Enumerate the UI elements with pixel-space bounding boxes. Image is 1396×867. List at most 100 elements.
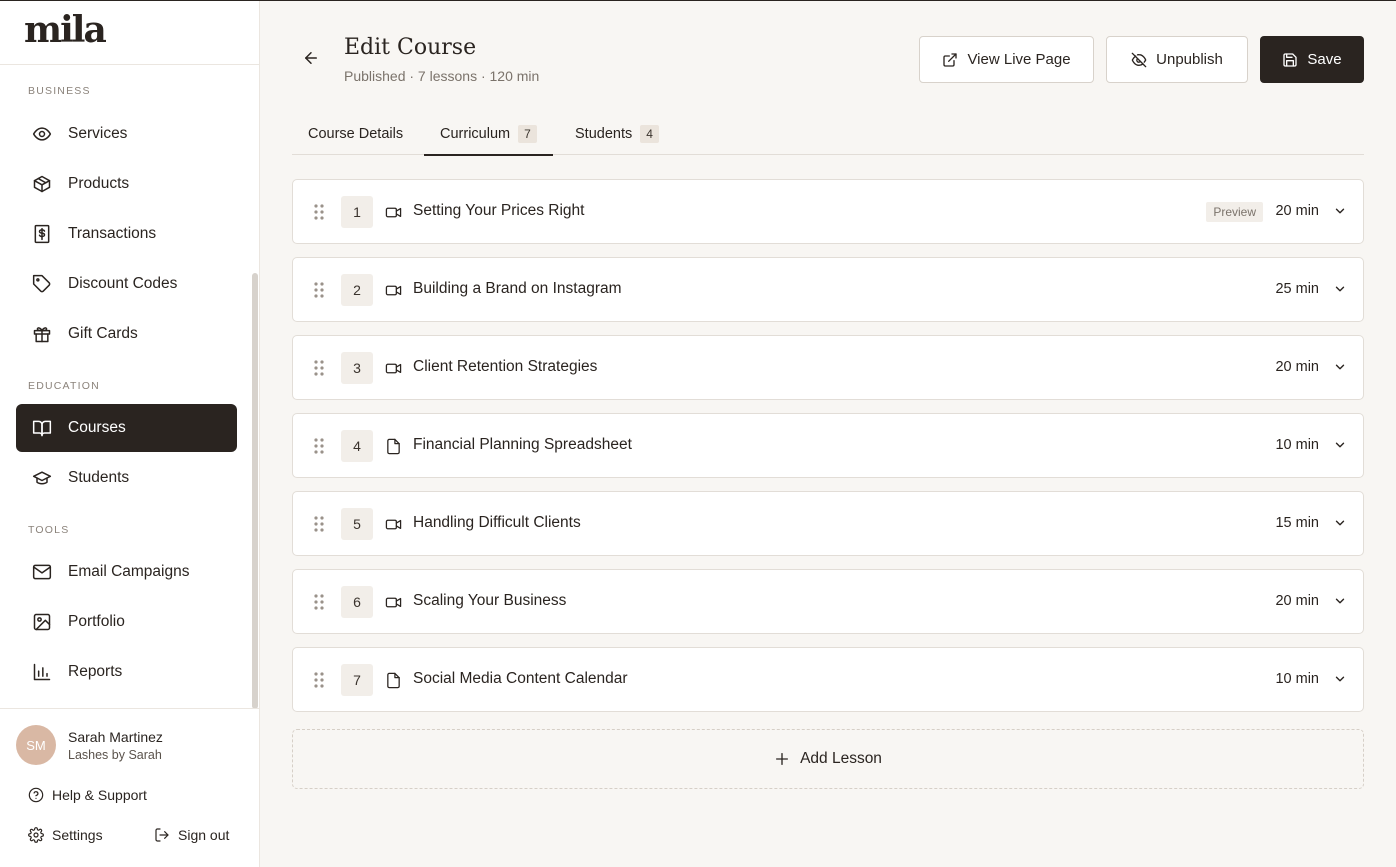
sign-out-icon [155,828,169,842]
lesson-duration: 20 min [1275,359,1319,375]
image-icon [32,612,52,632]
mail-icon [32,562,52,582]
tab-count-badge: 7 [518,124,537,143]
save-icon [1283,52,1298,67]
video-icon [385,360,402,382]
lesson-duration: 20 min [1275,203,1319,219]
lesson-title: Handling Difficult Clients [413,514,581,531]
eye-icon [32,124,52,144]
chevron-down-icon[interactable] [1333,516,1347,535]
view-live-page-button[interactable]: View Live Page [919,36,1094,83]
view-live-page-label: View Live Page [967,51,1071,68]
tab-course-details[interactable]: Course Details [292,113,419,155]
sidebar-item-courses[interactable]: Courses [16,404,237,452]
course-status-summary: Published · 7 lessons · 120 min [344,68,540,84]
main-content: Edit Course Published · 7 lessons · 120 … [260,1,1396,867]
document-icon [385,672,402,694]
gift-icon [32,324,52,344]
chevron-down-icon[interactable] [1333,594,1347,613]
sidebar-item-students[interactable]: Students [16,454,237,502]
add-lesson-label: Add Lesson [800,750,882,767]
tab-label: Course Details [308,126,404,142]
settings-link[interactable]: Settings [28,827,103,843]
avatar: SM [16,725,56,765]
lesson-title: Client Retention Strategies [413,358,598,375]
sidebar-item-label: Products [68,175,130,192]
help-circle-icon [28,787,44,803]
course-tabs: Course Details Curriculum 7 Students 4 [292,113,1364,156]
sidebar-item-reports[interactable]: Reports [16,648,237,696]
page-title: Edit Course [344,35,477,60]
lesson-title: Scaling Your Business [413,592,567,609]
lesson-row[interactable]: 4 Financial Planning Spreadsheet 10 min [292,413,1364,478]
sidebar-scrollbar[interactable] [252,273,258,709]
chevron-down-icon[interactable] [1333,282,1347,301]
user-profile[interactable]: SM Sarah Martinez Lashes by Sarah [0,709,259,765]
drag-handle-icon[interactable] [313,281,325,304]
video-icon [385,282,402,304]
chevron-down-icon[interactable] [1333,204,1347,223]
lesson-duration: 15 min [1275,515,1319,531]
video-icon [385,594,402,616]
lesson-list: 1 Setting Your Prices Right Preview 20 m… [292,179,1364,725]
tab-label: Curriculum [440,125,511,142]
sidebar-item-transactions[interactable]: Transactions [16,210,237,258]
graduation-cap-icon [32,468,52,488]
help-support-link[interactable]: Help & Support [28,787,147,803]
save-button[interactable]: Save [1260,36,1364,83]
sidebar-item-label: Transactions [68,225,157,242]
sign-out-label: Sign out [178,827,230,843]
lesson-number: 3 [341,352,373,384]
drag-handle-icon[interactable] [313,203,325,226]
lesson-row[interactable]: 2 Building a Brand on Instagram 25 min [292,257,1364,322]
unpublish-button[interactable]: Unpublish [1106,36,1248,83]
add-lesson-button[interactable]: Add Lesson [292,729,1364,789]
sidebar-item-label: Discount Codes [68,275,178,292]
tab-count-badge: 4 [640,125,659,143]
sidebar-item-label: Email Campaigns [68,563,190,580]
user-name: Sarah Martinez [68,728,163,745]
sign-out-link[interactable]: Sign out [154,827,229,843]
sidebar-item-services[interactable]: Services [16,110,237,158]
user-business: Lashes by Sarah [68,747,162,762]
drag-handle-icon[interactable] [313,515,325,538]
lesson-number: 2 [341,274,373,306]
chevron-down-icon[interactable] [1333,360,1347,379]
section-label-tools: TOOLS [28,524,70,536]
drag-handle-icon[interactable] [313,593,325,616]
drag-handle-icon[interactable] [313,359,325,382]
drag-handle-icon[interactable] [313,437,325,460]
open-book-icon [32,418,52,438]
bar-chart-icon [32,662,52,682]
video-icon [385,204,402,226]
back-button[interactable] [300,47,322,69]
sidebar-item-portfolio[interactable]: Portfolio [16,598,237,646]
save-label: Save [1307,51,1342,68]
chevron-down-icon[interactable] [1333,438,1347,457]
tab-curriculum[interactable]: Curriculum 7 [424,113,553,156]
lesson-row[interactable]: 7 Social Media Content Calendar 10 min [292,647,1364,712]
logo[interactable]: mila [0,1,259,65]
sidebar-item-label: Courses [68,419,126,436]
app-window: mila BUSINESS Services Products Transact… [0,1,1396,867]
chevron-down-icon[interactable] [1333,672,1347,691]
lesson-duration: 10 min [1275,671,1319,687]
sidebar-item-discount-codes[interactable]: Discount Codes [16,260,237,308]
sidebar-footer: SM Sarah Martinez Lashes by Sarah Help &… [0,708,259,867]
lesson-row[interactable]: 6 Scaling Your Business 20 min [292,569,1364,634]
sidebar-item-email-campaigns[interactable]: Email Campaigns [16,548,237,596]
sidebar-item-products[interactable]: Products [16,160,237,208]
receipt-dollar-icon [32,224,52,244]
arrow-left-icon [305,52,317,64]
lesson-title: Building a Brand on Instagram [413,280,622,297]
tab-students[interactable]: Students 4 [559,113,675,155]
lesson-row[interactable]: 5 Handling Difficult Clients 15 min [292,491,1364,556]
lesson-row[interactable]: 1 Setting Your Prices Right Preview 20 m… [292,179,1364,244]
sidebar-item-gift-cards[interactable]: Gift Cards [16,310,237,358]
drag-handle-icon[interactable] [313,671,325,694]
lesson-title: Financial Planning Spreadsheet [413,436,632,453]
preview-badge: Preview [1206,202,1263,222]
lesson-duration: 20 min [1275,593,1319,609]
sidebar-item-label: Services [68,125,128,142]
lesson-row[interactable]: 3 Client Retention Strategies 20 min [292,335,1364,400]
